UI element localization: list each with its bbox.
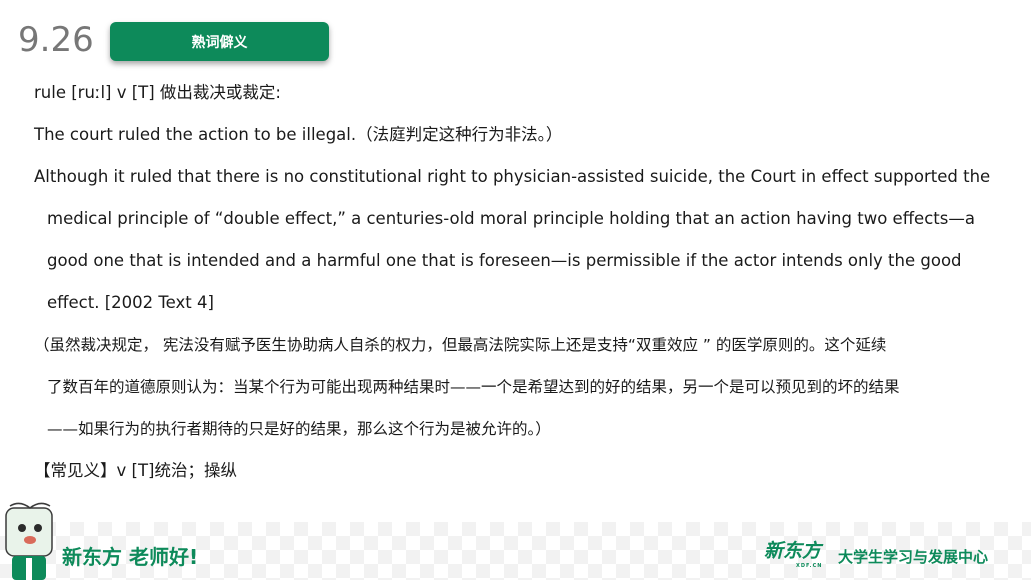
passage-line: effect. [2002 Text 4] (47, 293, 214, 312)
passage-translation: （虽然裁决规定， 宪法没有赋予医生协助病人自杀的权力，但最高法院实际上还是支持“… (34, 324, 1024, 450)
date-label: 9.26 (18, 20, 94, 60)
passage-line: Although it ruled that there is no const… (34, 167, 991, 186)
xdf-logo: 新东方 (764, 540, 822, 562)
footer-slogan: 新东方 老师好! (62, 545, 199, 569)
center-name: 大学生学习与发展中心 (838, 548, 989, 566)
common-meaning: 【常见义】v [T]统治；操纵 (34, 461, 237, 480)
word-definition: rule [ruːl] v [T] 做出裁决或裁定: (34, 83, 281, 102)
book-mascot-icon (5, 502, 53, 580)
passage-line: good one that is intended and a harmful … (47, 251, 962, 270)
exam-passage: Although it ruled that there is no const… (34, 156, 1024, 324)
translation-line: （虽然裁决规定， 宪法没有赋予医生协助病人自杀的权力，但最高法院实际上还是支持“… (34, 336, 887, 354)
footer-banner: 新东方 老师好! 新东方 XDF.CN 大学生学习与发展中心 (0, 500, 1031, 580)
xdf-logo-sub: XDF.CN (796, 563, 823, 569)
topic-badge: 熟词僻义 (110, 22, 329, 61)
lesson-content: rule [ruːl] v [T] 做出裁决或裁定: The court rul… (34, 72, 1024, 492)
translation-line: ——如果行为的执行者期待的只是好的结果，那么这个行为是被允许的。） (47, 420, 551, 438)
translation-line: 了数百年的道德原则认为：当某个行为可能出现两种结果时——一个是希望达到的好的结果… (47, 378, 900, 396)
example-sentence: The court ruled the action to be illegal… (34, 125, 563, 144)
passage-line: medical principle of “double effect,” a … (47, 209, 975, 228)
